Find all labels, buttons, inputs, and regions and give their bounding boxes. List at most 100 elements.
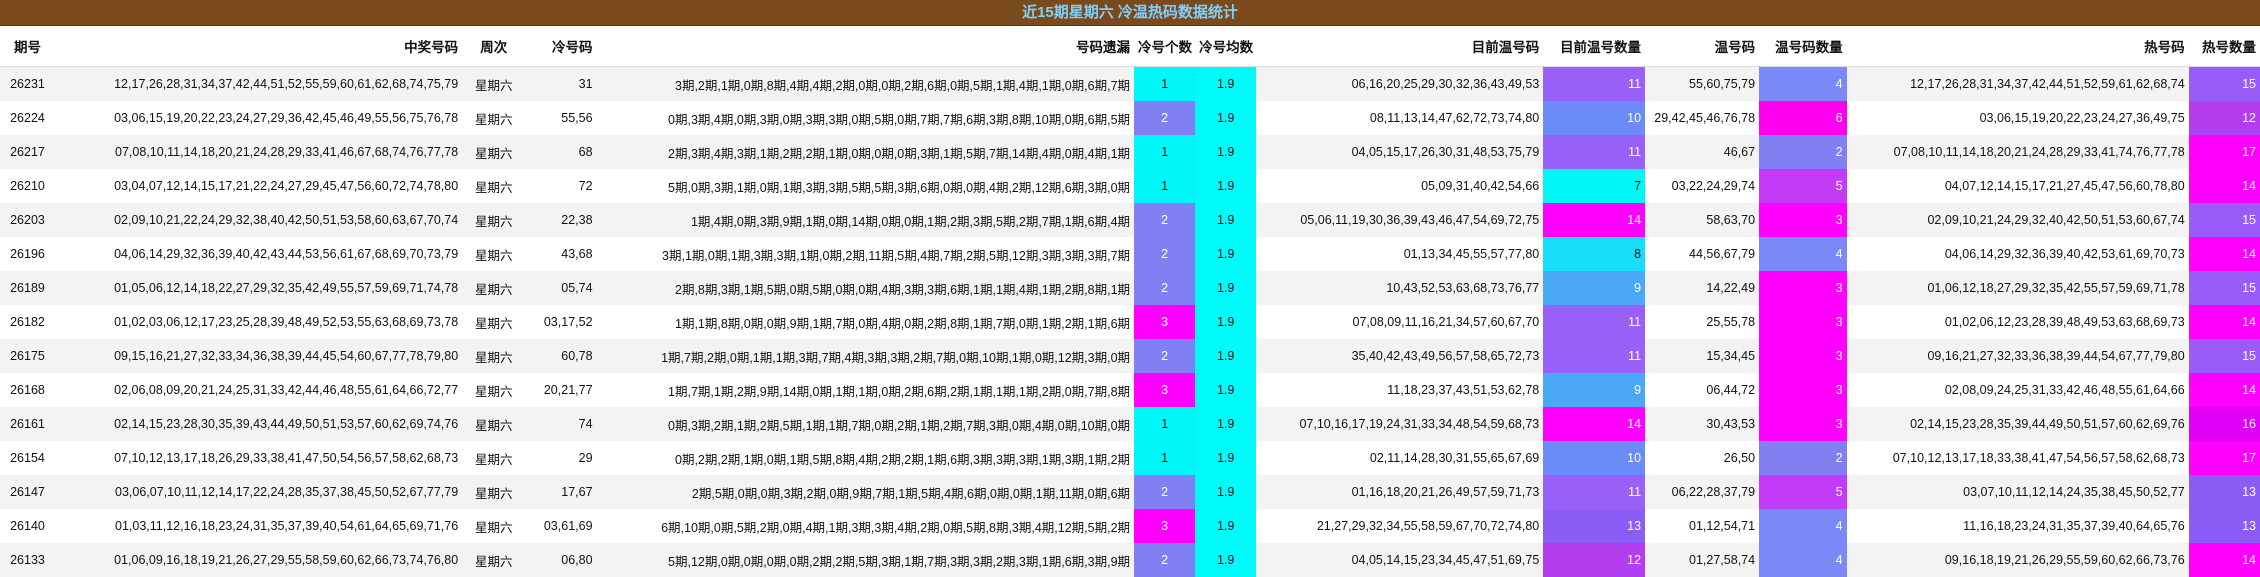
cell-warm-current-count: 14 [1543, 203, 1645, 237]
cell-weekday: 星期六 [462, 441, 525, 475]
cell-cold-codes: 72 [525, 169, 596, 203]
cell-cold-count: 2 [1134, 339, 1195, 373]
cell-period: 26161 [0, 407, 55, 441]
cell-hot-count: 12 [2189, 101, 2260, 135]
cell-hot-codes: 01,06,12,18,27,29,32,35,42,55,57,59,69,7… [1847, 271, 2189, 305]
cell-winning-numbers: 12,17,26,28,31,34,37,42,44,51,52,55,59,6… [55, 67, 462, 102]
page-title: 近15期星期六 冷温热码数据统计 [0, 0, 2260, 26]
cell-warm-count: 2 [1759, 135, 1847, 169]
cell-warm-current: 21,27,29,32,34,55,58,59,67,70,72,74,80 [1256, 509, 1543, 543]
cell-winning-numbers: 03,04,07,12,14,15,17,21,22,24,27,29,45,4… [55, 169, 462, 203]
header-winning: 中奖号码 [55, 26, 462, 67]
cell-warm-current-count: 10 [1543, 101, 1645, 135]
cell-warm-count: 3 [1759, 305, 1847, 339]
cell-hot-count: 13 [2189, 475, 2260, 509]
cell-warm-current: 07,08,09,11,16,21,34,57,60,67,70 [1256, 305, 1543, 339]
cell-winning-numbers: 01,03,11,12,16,18,23,24,31,35,37,39,40,5… [55, 509, 462, 543]
cell-period: 26175 [0, 339, 55, 373]
cell-warm-current-count: 10 [1543, 441, 1645, 475]
cell-period: 26231 [0, 67, 55, 102]
cell-warm-codes: 30,43,53 [1645, 407, 1759, 441]
cell-warm-count: 3 [1759, 373, 1847, 407]
cell-cold-codes: 03,17,52 [525, 305, 596, 339]
cell-warm-current: 02,11,14,28,30,31,55,65,67,69 [1256, 441, 1543, 475]
cell-warm-current: 10,43,52,53,63,68,73,76,77 [1256, 271, 1543, 305]
cell-weekday: 星期六 [462, 305, 525, 339]
cell-cold-codes: 20,21,77 [525, 373, 596, 407]
cell-hot-codes: 07,08,10,11,14,18,20,21,24,28,29,33,41,7… [1847, 135, 2189, 169]
header-warm-current: 目前温号码 [1256, 26, 1543, 67]
cell-cold-count: 1 [1134, 67, 1195, 102]
cell-weekday: 星期六 [462, 407, 525, 441]
cell-hot-count: 17 [2189, 135, 2260, 169]
cell-weekday: 星期六 [462, 237, 525, 271]
cell-warm-codes: 29,42,45,46,76,78 [1645, 101, 1759, 135]
header-hot-count: 热号数量 [2189, 26, 2260, 67]
table-row: 2618901,05,06,12,14,18,22,27,29,32,35,42… [0, 271, 2260, 305]
cell-hot-count: 14 [2189, 237, 2260, 271]
cell-cold-codes: 60,78 [525, 339, 596, 373]
cell-hot-codes: 02,08,09,24,25,31,33,42,46,48,55,61,64,6… [1847, 373, 2189, 407]
cell-period: 26182 [0, 305, 55, 339]
header-hot: 热号码 [1847, 26, 2189, 67]
cell-warm-current: 06,16,20,25,29,30,32,36,43,49,53 [1256, 67, 1543, 102]
header-cold-count: 冷号个数 [1134, 26, 1195, 67]
cell-cold-count: 3 [1134, 305, 1195, 339]
cell-warm-codes: 15,34,45 [1645, 339, 1759, 373]
table-row: 2619604,06,14,29,32,36,39,40,42,43,44,53… [0, 237, 2260, 271]
cell-cold-count: 1 [1134, 441, 1195, 475]
table-row: 2615407,10,12,13,17,18,26,29,33,38,41,47… [0, 441, 2260, 475]
table-row: 2621707,08,10,11,14,18,20,21,24,28,29,33… [0, 135, 2260, 169]
cell-period: 26210 [0, 169, 55, 203]
table-row: 2622403,06,15,19,20,22,23,24,27,29,36,42… [0, 101, 2260, 135]
cell-warm-count: 4 [1759, 509, 1847, 543]
cell-hot-codes: 01,02,06,12,23,28,39,48,49,53,63,68,69,7… [1847, 305, 2189, 339]
cell-hot-codes: 11,16,18,23,24,31,35,37,39,40,64,65,76 [1847, 509, 2189, 543]
header-cold-avg: 冷号均数 [1195, 26, 1256, 67]
cell-misses: 5期,0期,3期,1期,0期,1期,3期,3期,5期,5期,3期,6期,0期,0… [597, 169, 1135, 203]
stats-table: 期号 中奖号码 周次 冷号码 号码遗漏 冷号个数 冷号均数 目前温号码 目前温号… [0, 26, 2260, 577]
cell-warm-count: 3 [1759, 203, 1847, 237]
cell-weekday: 星期六 [462, 373, 525, 407]
cell-weekday: 星期六 [462, 543, 525, 577]
cell-weekday: 星期六 [462, 67, 525, 102]
cell-warm-current: 04,05,14,15,23,34,45,47,51,69,75 [1256, 543, 1543, 577]
cell-cold-avg: 1.9 [1195, 407, 1256, 441]
cell-cold-avg: 1.9 [1195, 67, 1256, 102]
cell-weekday: 星期六 [462, 339, 525, 373]
cell-misses: 1期,1期,8期,0期,0期,9期,1期,7期,0期,4期,0期,2期,8期,1… [597, 305, 1135, 339]
table-row: 2614001,03,11,12,16,18,23,24,31,35,37,39… [0, 509, 2260, 543]
cell-hot-count: 15 [2189, 271, 2260, 305]
table-row: 2621003,04,07,12,14,15,17,21,22,24,27,29… [0, 169, 2260, 203]
cell-winning-numbers: 03,06,07,10,11,12,14,17,22,24,28,35,37,3… [55, 475, 462, 509]
cell-hot-count: 15 [2189, 203, 2260, 237]
cell-cold-count: 3 [1134, 373, 1195, 407]
cell-cold-count: 3 [1134, 509, 1195, 543]
cell-cold-avg: 1.9 [1195, 475, 1256, 509]
cell-winning-numbers: 02,09,10,21,22,24,29,32,38,40,42,50,51,5… [55, 203, 462, 237]
cell-warm-codes: 01,27,58,74 [1645, 543, 1759, 577]
cell-warm-current-count: 11 [1543, 305, 1645, 339]
cell-warm-codes: 26,50 [1645, 441, 1759, 475]
cell-winning-numbers: 02,06,08,09,20,21,24,25,31,33,42,44,46,4… [55, 373, 462, 407]
cell-period: 26168 [0, 373, 55, 407]
cell-cold-codes: 29 [525, 441, 596, 475]
table-row: 2617509,15,16,21,27,32,33,34,36,38,39,44… [0, 339, 2260, 373]
cell-misses: 0期,2期,2期,1期,0期,1期,5期,8期,4期,2期,2期,1期,6期,3… [597, 441, 1135, 475]
cell-cold-avg: 1.9 [1195, 101, 1256, 135]
cell-cold-count: 2 [1134, 271, 1195, 305]
cell-cold-avg: 1.9 [1195, 543, 1256, 577]
cell-cold-count: 1 [1134, 407, 1195, 441]
header-warm: 温号码 [1645, 26, 1759, 67]
cell-warm-current-count: 13 [1543, 509, 1645, 543]
cell-warm-current: 04,05,15,17,26,30,31,48,53,75,79 [1256, 135, 1543, 169]
cell-cold-codes: 03,61,69 [525, 509, 596, 543]
cell-hot-count: 15 [2189, 67, 2260, 102]
table-body: 2623112,17,26,28,31,34,37,42,44,51,52,55… [0, 67, 2260, 577]
cell-misses: 1期,7期,2期,0期,1期,1期,3期,7期,4期,3期,3期,2期,7期,0… [597, 339, 1135, 373]
cell-cold-codes: 06,80 [525, 543, 596, 577]
cell-misses: 3期,2期,1期,0期,8期,4期,4期,2期,0期,0期,2期,6期,0期,5… [597, 67, 1135, 102]
cell-warm-codes: 03,22,24,29,74 [1645, 169, 1759, 203]
cell-warm-current-count: 14 [1543, 407, 1645, 441]
cell-warm-count: 3 [1759, 407, 1847, 441]
